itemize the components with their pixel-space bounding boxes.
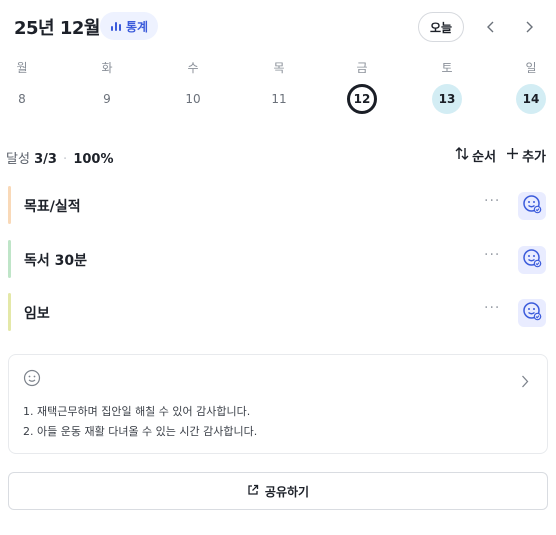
habit-color-bar (8, 186, 11, 224)
weekday-label: 일 (525, 61, 537, 75)
calendar-header: 25년 12월 통계 오늘 (0, 0, 556, 56)
more-options-icon[interactable]: ··· (484, 247, 500, 263)
weekday-label: 목 (273, 61, 285, 75)
day-cell[interactable]: 일 14 (511, 56, 551, 118)
weekday-label: 수 (187, 61, 199, 75)
next-week-button[interactable] (516, 14, 542, 40)
date-number: 13 (432, 84, 462, 114)
habit-name: 목표/실적 (24, 199, 81, 215)
plus-icon (506, 147, 519, 164)
day-cell[interactable]: 월 8 (2, 56, 42, 118)
habit-color-bar (8, 293, 11, 331)
weekday-label: 화 (101, 61, 113, 75)
habit-item[interactable]: 독서 30분 ··· (8, 240, 548, 278)
add-habit-button[interactable]: 추가 (506, 146, 546, 165)
day-cell[interactable]: 화 9 (87, 56, 127, 118)
summary-label: 달성 (6, 152, 30, 167)
smile-check-icon (522, 194, 542, 218)
habit-item[interactable]: 목표/실적 ··· (8, 186, 548, 224)
date-number: 9 (103, 92, 111, 106)
share-button[interactable]: 공유하기 (8, 472, 548, 510)
day-cell[interactable]: 토 13 (427, 56, 467, 118)
add-label: 추가 (522, 150, 546, 165)
reorder-button[interactable]: 순서 (455, 146, 496, 165)
smile-icon (23, 369, 41, 391)
habit-check-button[interactable] (518, 299, 546, 327)
share-label: 공유하기 (264, 484, 310, 499)
summary-percent: 100% (73, 152, 114, 167)
achievement-summary: 달성 3/3 · 100% (6, 148, 114, 167)
habit-name: 임보 (24, 306, 50, 322)
habit-check-button[interactable] (518, 246, 546, 274)
weekday-label: 토 (441, 61, 453, 75)
more-options-icon[interactable]: ··· (484, 193, 500, 209)
month-title: 25년 12월 (14, 18, 100, 39)
date-number: 11 (271, 92, 287, 106)
journal-line: 2. 아들 운동 재활 다녀올 수 있는 시간 감사합니다. (23, 425, 258, 438)
stats-label: 통계 (126, 19, 149, 34)
stats-button[interactable]: 통계 (100, 12, 159, 40)
smile-check-icon (522, 248, 542, 272)
habit-item[interactable]: 임보 ··· (8, 293, 548, 331)
chevron-right-icon (524, 18, 534, 37)
week-strip: 월 8 화 9 수 10 목 11 금 12 토 13 일 14 (0, 56, 556, 118)
weekday-label: 월 (16, 61, 28, 75)
journal-line: 1. 재택근무하며 집안일 해칠 수 있어 감사합니다. (23, 405, 251, 418)
date-number: 10 (185, 92, 201, 106)
reorder-label: 순서 (472, 150, 497, 165)
prev-week-button[interactable] (478, 14, 504, 40)
date-number: 14 (516, 84, 546, 114)
habit-name: 독서 30분 (24, 253, 87, 269)
today-button[interactable]: 오늘 (418, 12, 464, 42)
summary-separator: · (63, 152, 68, 167)
bar-chart-icon (110, 20, 122, 32)
chevron-right-icon (521, 373, 529, 392)
day-cell-today[interactable]: 금 12 (342, 56, 382, 118)
journal-card[interactable]: 1. 재택근무하며 집안일 해칠 수 있어 감사합니다. 2. 아들 운동 재활… (8, 354, 548, 454)
sort-arrows-icon (455, 147, 469, 164)
external-link-icon (247, 484, 259, 499)
list-actions: 순서 추가 (455, 146, 546, 165)
date-number-today: 12 (347, 84, 377, 114)
day-cell[interactable]: 목 11 (259, 56, 299, 118)
habit-check-button[interactable] (518, 192, 546, 220)
more-options-icon[interactable]: ··· (484, 300, 500, 316)
weekday-label: 금 (356, 61, 368, 75)
smile-check-icon (522, 301, 542, 325)
day-cell[interactable]: 수 10 (173, 56, 213, 118)
summary-count: 3/3 (34, 152, 57, 167)
habit-color-bar (8, 240, 11, 278)
date-number: 8 (18, 92, 26, 106)
chevron-left-icon (486, 18, 496, 37)
